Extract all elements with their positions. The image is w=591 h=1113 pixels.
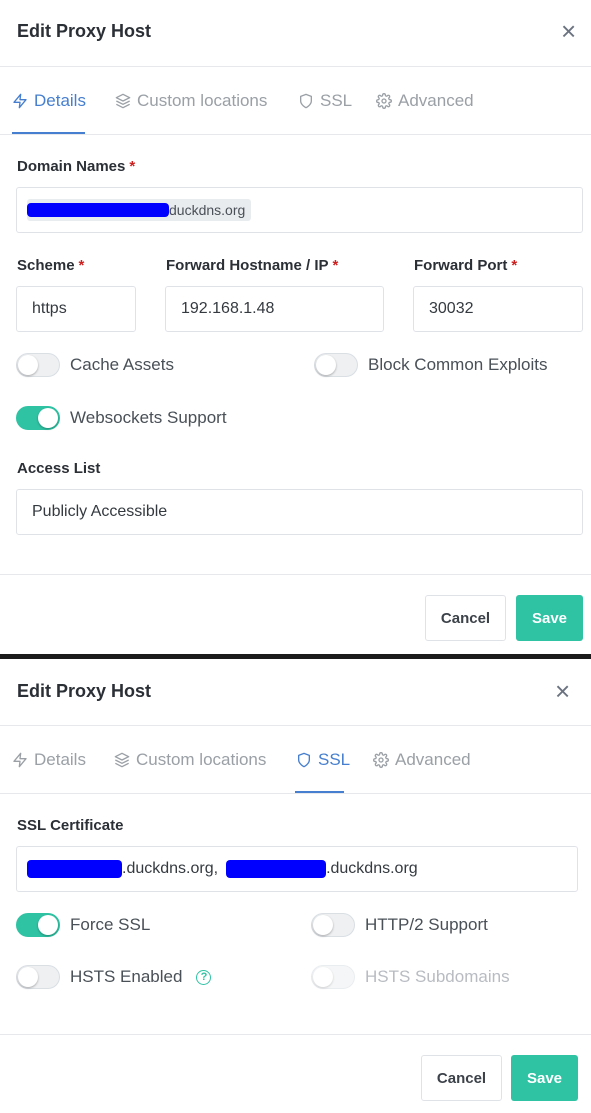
toggle-label: Cache Assets: [70, 355, 174, 374]
tabs-divider: [0, 134, 591, 135]
http2-support-toggle[interactable]: HTTP/2 Support: [311, 913, 488, 937]
force-ssl-toggle[interactable]: Force SSL: [16, 913, 150, 937]
toggle-switch[interactable]: [314, 353, 358, 377]
toggle-switch[interactable]: [16, 353, 60, 377]
required-marker: *: [332, 257, 339, 274]
websockets-support-toggle[interactable]: Websockets Support: [16, 406, 227, 430]
toggle-switch: [311, 965, 355, 989]
tab-advanced[interactable]: Advanced: [376, 91, 474, 111]
forward-hostname-label: Forward Hostname / IP *: [166, 257, 339, 274]
header-divider: [0, 725, 591, 726]
toggle-label: HTTP/2 Support: [365, 915, 488, 934]
tab-label: Advanced: [395, 750, 471, 769]
close-icon[interactable]: ×: [555, 678, 570, 704]
save-button[interactable]: Save: [516, 595, 583, 641]
toggle-switch[interactable]: [16, 406, 60, 430]
close-icon[interactable]: ×: [561, 18, 576, 44]
hsts-enabled-toggle[interactable]: HSTS Enabled ?: [16, 965, 212, 989]
hsts-subdomains-toggle: HSTS Subdomains: [311, 965, 510, 989]
layers-icon: [115, 93, 131, 109]
forward-port-label: Forward Port *: [414, 257, 518, 274]
redacted-block: [27, 860, 122, 878]
ssl-certificate-select[interactable]: .duckdns.org, .duckdns.org: [16, 846, 578, 892]
tab-custom-locations[interactable]: Custom locations: [114, 750, 266, 770]
redacted-block: [27, 203, 169, 217]
domain-chip-suffix: duckdns.org: [169, 202, 246, 218]
required-marker: *: [129, 158, 136, 175]
tab-ssl[interactable]: SSL: [296, 750, 350, 770]
shield-icon: [298, 752, 310, 768]
access-list-label: Access List: [17, 460, 101, 477]
toggle-switch[interactable]: [311, 913, 355, 937]
layers-icon: [114, 752, 130, 768]
redacted-block: [226, 860, 327, 878]
tab-advanced[interactable]: Advanced: [373, 750, 471, 770]
edit-proxy-host-modal-ssl: Edit Proxy Host × Details Custom locatio…: [0, 659, 591, 1113]
tab-label: SSL: [320, 91, 353, 110]
footer-divider: [0, 1034, 591, 1035]
forward-port-input[interactable]: 30032: [413, 286, 583, 332]
save-button[interactable]: Save: [511, 1055, 578, 1101]
tab-ssl[interactable]: SSL: [298, 91, 352, 111]
modal-title: Edit Proxy Host: [17, 21, 152, 41]
cancel-button[interactable]: Cancel: [425, 595, 506, 641]
tab-label: Advanced: [398, 91, 474, 110]
forward-port-value: 30032: [429, 300, 474, 317]
tab-label: Custom locations: [137, 91, 268, 110]
domain-names-label: Domain Names *: [17, 158, 136, 175]
tabs-divider: [0, 793, 591, 794]
toggle-switch[interactable]: [16, 965, 60, 989]
toggle-label: Force SSL: [70, 915, 151, 934]
footer-divider: [0, 574, 591, 575]
tab-label: SSL: [318, 750, 351, 769]
forward-hostname-value: 192.168.1.48: [181, 300, 275, 317]
toggle-switch[interactable]: [16, 913, 60, 937]
toggle-label: Websockets Support: [70, 408, 227, 427]
certificate-domain-2: .duckdns.org: [326, 860, 418, 877]
ssl-certificate-label: SSL Certificate: [17, 817, 124, 834]
tab-label: Details: [34, 91, 86, 110]
modal-title: Edit Proxy Host: [17, 681, 152, 701]
gear-icon: [376, 93, 392, 109]
block-common-exploits-toggle[interactable]: Block Common Exploits: [314, 353, 548, 377]
required-marker: *: [511, 257, 518, 274]
bolt-icon: [13, 93, 27, 109]
tab-details[interactable]: Details: [12, 750, 86, 770]
domain-chip[interactable]: duckdns.org: [27, 199, 252, 221]
gear-icon: [373, 752, 389, 768]
tab-custom-locations[interactable]: Custom locations: [115, 91, 267, 111]
scheme-select[interactable]: https: [16, 286, 136, 332]
cancel-button[interactable]: Cancel: [421, 1055, 502, 1101]
scheme-value: https: [32, 300, 67, 317]
domain-names-input[interactable]: duckdns.org: [16, 187, 583, 233]
help-icon[interactable]: ?: [196, 969, 212, 985]
required-marker: *: [78, 257, 85, 274]
scheme-label: Scheme *: [17, 257, 85, 274]
bolt-icon: [13, 752, 27, 768]
header-divider: [0, 66, 591, 67]
access-list-select[interactable]: Publicly Accessible: [16, 489, 583, 535]
certificate-domain-1: .duckdns.org,: [122, 860, 219, 877]
access-list-value: Publicly Accessible: [32, 503, 168, 520]
toggle-label: HSTS Subdomains: [365, 967, 510, 986]
toggle-label: HSTS Enabled: [70, 967, 183, 986]
shield-icon: [300, 93, 312, 109]
tab-label: Details: [34, 750, 86, 769]
forward-hostname-input[interactable]: 192.168.1.48: [165, 286, 384, 332]
toggle-label: Block Common Exploits: [368, 355, 548, 374]
edit-proxy-host-modal-details: Edit Proxy Host × Details Custom locatio…: [0, 0, 591, 654]
cache-assets-toggle[interactable]: Cache Assets: [16, 353, 174, 377]
tab-details[interactable]: Details: [12, 91, 86, 111]
tab-label: Custom locations: [136, 750, 267, 769]
